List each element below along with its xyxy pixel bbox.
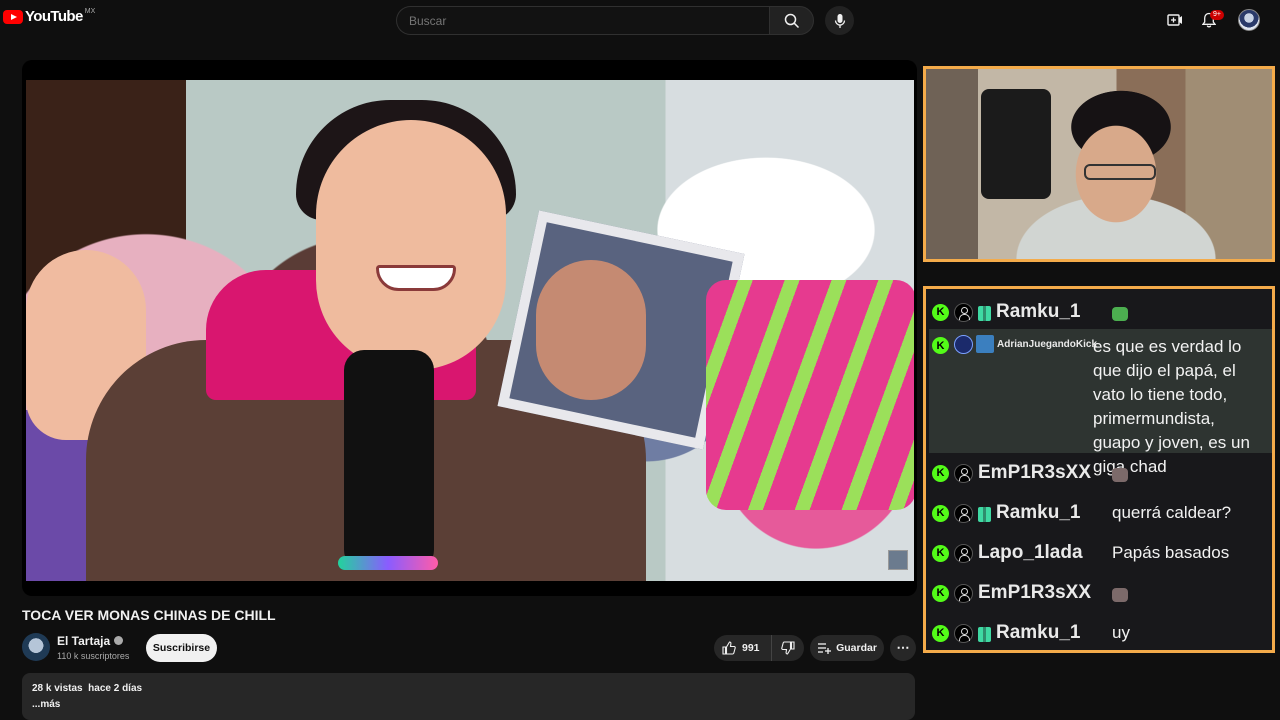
- kick-icon: K: [932, 504, 949, 522]
- chat-username: EmP1R3sXX: [978, 462, 1092, 483]
- gift-icon: [978, 506, 991, 522]
- chat-username: Ramku_1: [996, 502, 1081, 523]
- mini-thumbnail: [888, 550, 908, 570]
- more-actions-button[interactable]: ⋯: [890, 635, 916, 661]
- search-button[interactable]: [769, 6, 814, 35]
- webcam-overlay: [923, 66, 1275, 262]
- kick-icon: K: [932, 464, 949, 482]
- kick-icon: K: [932, 337, 949, 354]
- kick-icon: K: [932, 544, 949, 562]
- chat-message: K Lapo_1lada Papás basados: [929, 535, 1272, 571]
- like-dislike-group: 991: [714, 635, 804, 661]
- notification-count-badge: 9+: [1210, 10, 1224, 20]
- kick-icon: K: [932, 303, 949, 321]
- chat-text: querrá caldear?: [1112, 503, 1232, 522]
- gift-icon: [978, 626, 991, 642]
- channel-name[interactable]: El Tartaja: [57, 634, 110, 648]
- create-button[interactable]: [1165, 10, 1185, 30]
- user-icon: [954, 302, 973, 322]
- kick-icon: K: [932, 584, 949, 602]
- chat-username: Ramku_1: [996, 622, 1081, 643]
- search-bar: [396, 6, 814, 35]
- frog-emote-icon: [1112, 306, 1128, 321]
- show-more-link[interactable]: ...más: [32, 699, 905, 710]
- subscribe-button[interactable]: Suscribirse: [146, 634, 217, 662]
- kick-icon: K: [932, 624, 949, 642]
- youtube-logo[interactable]: YouTube MX: [3, 8, 96, 25]
- chat-text: uy: [1112, 623, 1130, 642]
- logo-text: YouTube: [25, 8, 83, 25]
- save-button[interactable]: Guardar: [810, 635, 884, 661]
- views-and-date: 28 k vistas hace 2 días: [32, 683, 143, 694]
- chat-username: Lapo_1lada: [978, 542, 1083, 563]
- search-input[interactable]: [396, 6, 769, 35]
- user-icon: [954, 583, 973, 603]
- video-frame: [26, 80, 914, 581]
- rat-emote-icon: [1112, 587, 1128, 602]
- rat-emote-icon: [1112, 467, 1128, 482]
- chat-username: AdrianJuegandoKick: [997, 339, 1098, 350]
- chat-message: K EmP1R3sXX: [929, 455, 1272, 491]
- voice-search-button[interactable]: [825, 6, 854, 35]
- account-avatar[interactable]: [1238, 9, 1260, 31]
- user-icon: [954, 543, 973, 563]
- youtube-logo-icon: [3, 10, 23, 24]
- chat-message: K Ramku_1: [929, 295, 1272, 329]
- region-code: MX: [84, 8, 96, 15]
- chat-username: Ramku_1: [996, 301, 1081, 322]
- channel-name-row[interactable]: El Tartaja: [57, 634, 124, 648]
- sub-badge-icon: [976, 335, 994, 353]
- verified-icon: [114, 636, 124, 645]
- search-icon: [784, 13, 799, 28]
- like-button[interactable]: 991: [714, 635, 772, 661]
- chat-text: Papás basados: [1112, 543, 1230, 562]
- chat-message: K Ramku_1 uy: [929, 615, 1272, 651]
- like-icon: [722, 641, 736, 655]
- top-bar: YouTube MX 9+: [0, 0, 1280, 40]
- subscriber-count: 110 k suscriptores: [57, 651, 130, 661]
- save-label: Guardar: [836, 642, 877, 654]
- user-icon: [954, 623, 973, 643]
- gift-icon: [978, 305, 991, 321]
- description-box[interactable]: 28 k vistas hace 2 días ...más: [22, 673, 915, 720]
- save-icon: [818, 643, 832, 654]
- channel-avatar[interactable]: [22, 633, 50, 661]
- user-badge-icon: [954, 335, 973, 354]
- chat-overlay: K Ramku_1 K AdrianJuegandoKick es que es…: [923, 286, 1275, 653]
- dislike-icon: [781, 641, 795, 655]
- chat-message: K Ramku_1 querrá caldear?: [929, 495, 1272, 531]
- chat-message: K AdrianJuegandoKick es que es verdad lo…: [929, 329, 1272, 476]
- user-icon: [954, 503, 973, 523]
- video-title: TOCA VER MONAS CHINAS DE CHILL: [22, 607, 276, 623]
- video-player[interactable]: [22, 60, 917, 596]
- chat-username: EmP1R3sXX: [978, 582, 1092, 603]
- like-count: 991: [742, 642, 760, 654]
- user-icon: [954, 463, 973, 483]
- mic-icon: [834, 13, 845, 28]
- lock-icon: [915, 558, 917, 570]
- chat-message: K EmP1R3sXX: [929, 575, 1272, 611]
- dislike-button[interactable]: [772, 635, 804, 661]
- create-icon: [1167, 14, 1182, 26]
